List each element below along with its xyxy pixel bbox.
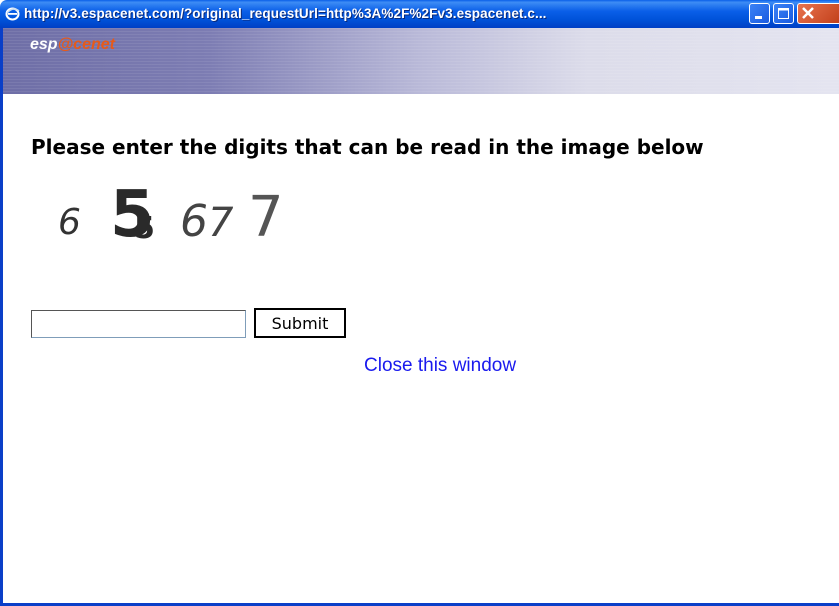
espacenet-logo: esp@cenet — [30, 36, 115, 53]
submit-button[interactable]: Submit — [254, 308, 346, 338]
captcha-digit: 5 — [134, 211, 155, 246]
minimize-button[interactable] — [749, 3, 770, 24]
captcha-image: 6 5 5 6 7 7 — [58, 178, 284, 248]
close-icon — [802, 7, 814, 19]
browser-popup-window: http://v3.espacenet.com/?original_reques… — [0, 0, 839, 606]
captcha-digit: 6 — [180, 196, 208, 247]
title-bar[interactable]: http://v3.espacenet.com/?original_reques… — [0, 0, 839, 28]
minimize-icon — [755, 16, 762, 19]
internet-explorer-icon — [5, 7, 20, 21]
captcha-digit: 7 — [248, 185, 284, 248]
close-window-link[interactable]: Close this window — [364, 355, 516, 377]
page-title: Please enter the digits that can be read… — [31, 135, 704, 159]
window-title: http://v3.espacenet.com/?original_reques… — [24, 6, 547, 21]
captcha-digit: 7 — [208, 200, 234, 246]
captcha-answer-input[interactable] — [31, 310, 246, 338]
close-button[interactable] — [797, 3, 839, 24]
window-frame-left — [0, 28, 3, 606]
maximize-icon — [778, 8, 789, 19]
captcha-digit: 6 — [58, 202, 81, 243]
maximize-button[interactable] — [773, 3, 794, 24]
